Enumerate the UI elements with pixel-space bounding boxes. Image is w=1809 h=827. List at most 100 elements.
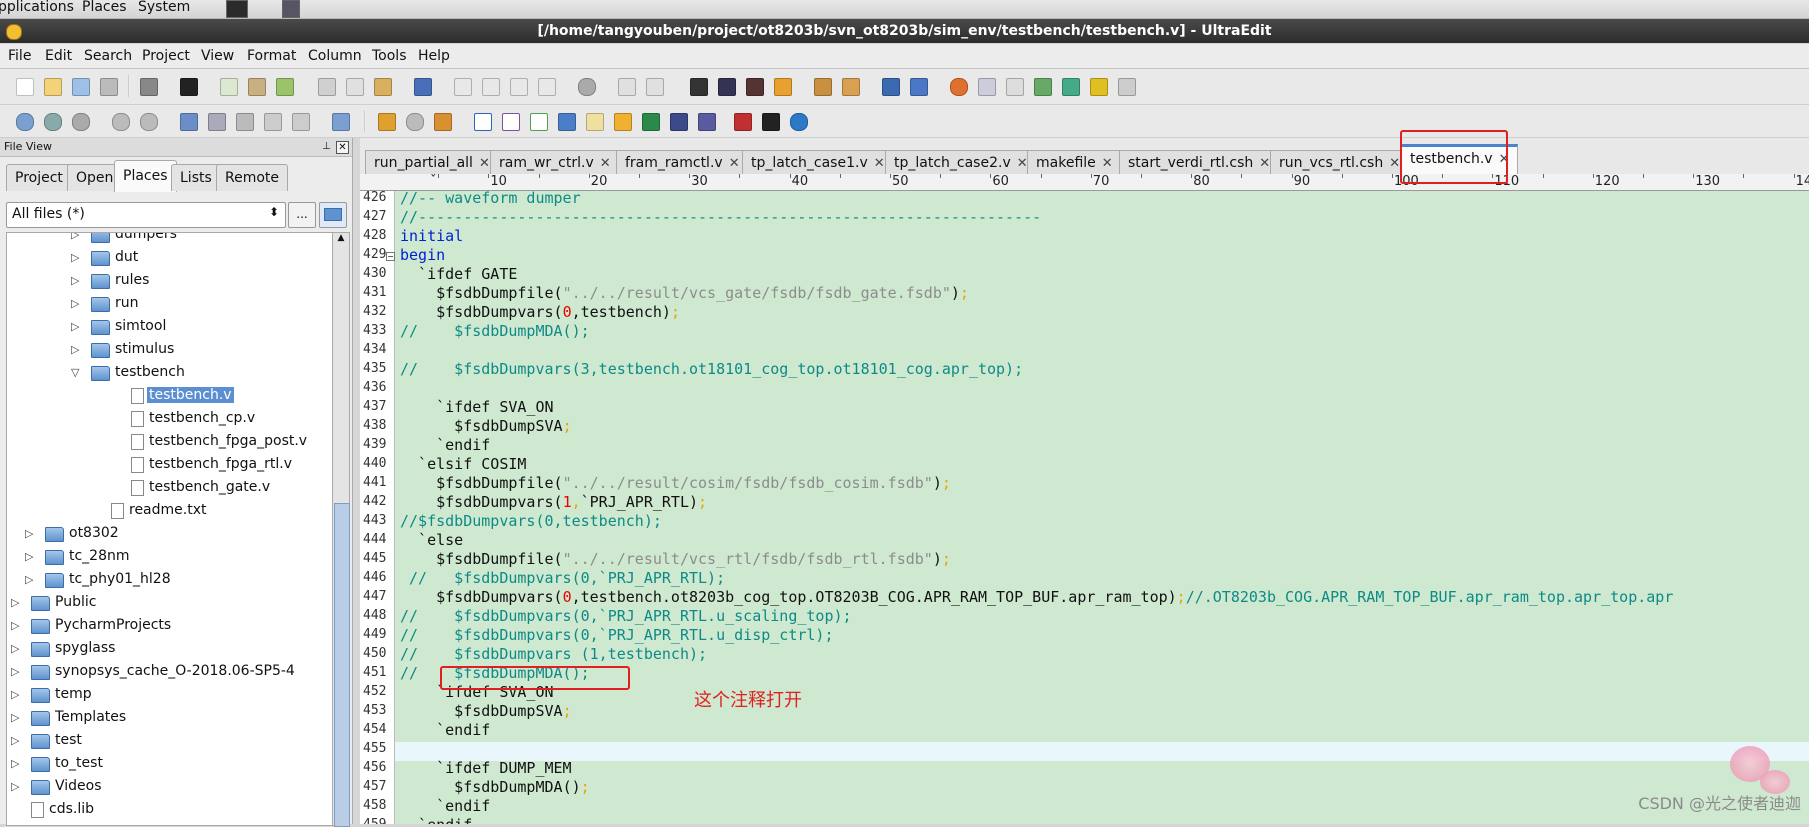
save-icon[interactable] (72, 78, 90, 96)
menu-search[interactable]: Search (84, 48, 132, 64)
code-line[interactable]: `else (400, 531, 463, 550)
dictionary-search-icon[interactable] (586, 113, 604, 131)
collapsed-triangle-icon[interactable]: ▷ (71, 233, 79, 241)
doc-tab-ram-wr-ctrl[interactable]: ram_wr_ctrl.v ✕ (490, 150, 620, 175)
pin-icon[interactable]: ⊥ (321, 141, 332, 152)
code-line[interactable]: // $fsdbDumpvars(0,`PRJ_APR_RTL); (400, 569, 725, 588)
project-settings-icon[interactable] (72, 113, 90, 131)
script-icon[interactable] (378, 113, 396, 131)
code-editor[interactable]: 426 427 428 429− 430 431 432 433 434 435 436 437 438… (360, 191, 1809, 824)
collapsed-triangle-icon[interactable]: ▷ (25, 573, 33, 586)
scrollbar-thumb[interactable] (334, 503, 350, 827)
close-icon[interactable]: ✕ (336, 141, 349, 154)
doc-tab-run-partial-all[interactable]: run_partial_all ✕ (365, 150, 499, 175)
explorer-icon[interactable] (332, 113, 350, 131)
code-line[interactable]: $fsdbDumpfile("../../result/vcs_gate/fsd… (400, 284, 969, 303)
code-line[interactable]: initial (400, 227, 463, 246)
code-line[interactable]: // $fsdbDumpvars(0,`PRJ_APR_RTL.u_disp_c… (400, 626, 833, 645)
tree-folder-row[interactable]: ▷ stimulus (7, 339, 333, 362)
tree-folder-row[interactable]: ▷ simtool (7, 316, 333, 339)
tree-file-row[interactable]: testbench_fpga_rtl.v (7, 454, 333, 477)
tree-file-row[interactable]: testbench_cp.v (7, 408, 333, 431)
php-search-icon[interactable] (642, 113, 660, 131)
cut-icon[interactable] (318, 78, 336, 96)
tree-folder-row[interactable]: ▷ Public (7, 592, 333, 615)
copy-icon[interactable] (346, 78, 364, 96)
open-file-icon[interactable] (44, 78, 62, 96)
code-line[interactable]: `endif (400, 816, 472, 824)
code-line[interactable]: // $fsdbDumpMDA(); (400, 322, 590, 341)
spell-check-icon[interactable] (1006, 78, 1024, 96)
code-line[interactable]: $fsdbDumpSVA; (400, 702, 571, 721)
tree-folder-row[interactable]: ▷ run (7, 293, 333, 316)
clipboard-history-icon[interactable] (264, 113, 282, 131)
align-left-icon[interactable] (454, 78, 472, 96)
menu-format[interactable]: Format (247, 48, 296, 64)
save-all-icon[interactable] (100, 78, 118, 96)
collapsed-triangle-icon[interactable]: ▷ (25, 550, 33, 563)
ftp-save-icon[interactable] (910, 78, 928, 96)
function-list-icon[interactable] (180, 113, 198, 131)
browser-icon[interactable] (578, 78, 596, 96)
tree-file-row[interactable]: cds.lib (7, 799, 333, 822)
menu-column[interactable]: Column (308, 48, 362, 64)
find-prev-icon[interactable] (746, 78, 764, 96)
print-icon[interactable] (140, 78, 158, 96)
close-tab-icon[interactable]: ✕ (1259, 152, 1270, 176)
tab-lists[interactable]: Lists (171, 164, 221, 191)
fold-toggle-icon[interactable]: − (386, 252, 395, 261)
expanded-triangle-icon[interactable]: ▽ (71, 366, 79, 379)
page-setup-icon[interactable] (220, 78, 238, 96)
compare-icon[interactable] (978, 78, 996, 96)
doc-tab-run-vcs-rtl[interactable]: run_vcs_rtl.csh ✕ (1270, 150, 1410, 175)
replace-icon[interactable] (774, 78, 792, 96)
ftp-open-icon[interactable] (882, 78, 900, 96)
close-tab-icon[interactable]: ✕ (874, 152, 885, 176)
sync-all-icon[interactable] (140, 113, 158, 131)
menu-view[interactable]: View (201, 48, 234, 64)
code-line[interactable]: // $fsdbDumpvars(3,testbench.ot18101_cog… (400, 360, 1023, 379)
code-line[interactable]: $fsdbDumpvars(0,testbench.ot8203b_cog_to… (400, 588, 1673, 607)
tag-list-icon[interactable] (208, 113, 226, 131)
tree-folder-row[interactable]: ▷ to_test (7, 753, 333, 776)
code-line[interactable]: $fsdbDumpSVA; (400, 417, 571, 436)
menu-file[interactable]: File (8, 48, 31, 64)
wikipedia-search-icon[interactable] (530, 113, 548, 131)
undo-icon[interactable] (414, 78, 432, 96)
scroll-up-icon[interactable]: ▲ (333, 233, 349, 247)
doc-tab-tp-latch-case1[interactable]: tp_latch_case1.v ✕ (742, 150, 894, 175)
code-line[interactable]: `ifdef DUMP_MEM (400, 759, 571, 778)
collapsed-triangle-icon[interactable]: ▷ (11, 642, 19, 655)
code-line[interactable]: $fsdbDumpfile("../../result/vcs_rtl/fsdb… (400, 550, 951, 569)
tree-vertical-scrollbar[interactable]: ▲ (332, 232, 350, 827)
code-line[interactable]: $fsdbDumpvars(0,testbench); (400, 303, 680, 322)
goto-bookmark-icon[interactable] (842, 78, 860, 96)
window-list-icon[interactable] (618, 78, 636, 96)
find-icon[interactable] (690, 78, 708, 96)
collapsed-triangle-icon[interactable]: ▷ (11, 619, 19, 632)
menu-edit[interactable]: Edit (45, 48, 72, 64)
code-line[interactable]: `ifdef SVA_ON (400, 398, 553, 417)
tab-remote[interactable]: Remote (216, 164, 289, 191)
bookmark-icon[interactable] (814, 78, 832, 96)
code-line[interactable]: `endif (400, 721, 490, 740)
xml-manager-icon[interactable] (292, 113, 310, 131)
tree-folder-row[interactable]: ▷ rules (7, 270, 333, 293)
tab-project[interactable]: Project (6, 164, 72, 191)
tree-folder-row[interactable]: ▷ tc_phy01_hl28 (7, 569, 333, 592)
code-line[interactable]: //$fsdbDumpvars(0,testbench); (400, 512, 662, 531)
code-line[interactable]: `ifdef GATE (400, 265, 517, 284)
collapsed-triangle-icon[interactable]: ▷ (25, 527, 33, 540)
tree-folder-row[interactable]: ▽ testbench (7, 362, 333, 385)
menu-project[interactable]: Project (142, 48, 190, 64)
collapsed-triangle-icon[interactable]: ▷ (11, 596, 19, 609)
code-line[interactable]: $fsdbDumpvars(1,`PRJ_APR_RTL); (400, 493, 707, 512)
menu-help[interactable]: Help (418, 48, 450, 64)
align-center-icon[interactable] (482, 78, 500, 96)
menu-tools[interactable]: Tools (372, 48, 407, 64)
tree-folder-row[interactable]: ▷ tc_28nm (7, 546, 333, 569)
file-filter-select[interactable]: All files (*) ⬍ (6, 202, 286, 228)
tree-folder-row[interactable]: ▷ temp (7, 684, 333, 707)
collapsed-triangle-icon[interactable]: ▷ (71, 274, 79, 287)
panel-menu-places[interactable]: Places (82, 0, 127, 15)
